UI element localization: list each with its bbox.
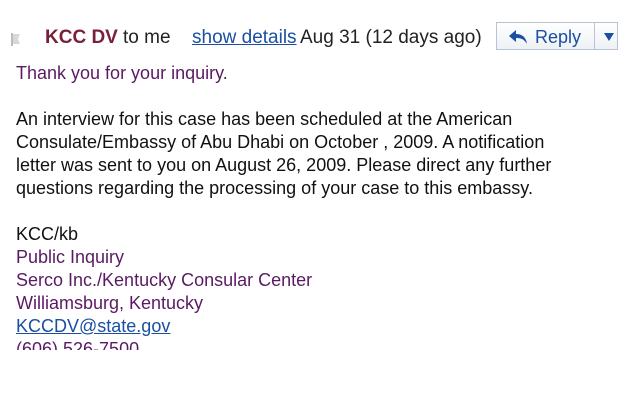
signature-email-link[interactable]: KCCDV@state.gov [16, 315, 616, 338]
paragraph-line: Consulate/Embassy of Abu Dhabi on Octobe… [16, 132, 545, 152]
show-details-link[interactable]: show details [192, 27, 297, 49]
paragraph-line: An interview for this case has been sche… [16, 109, 513, 129]
star-icon[interactable] [9, 31, 23, 47]
reply-label: Reply [535, 27, 582, 47]
signature-initials: KCC/kb [16, 224, 79, 244]
paragraph-line: questions regarding the processing of yo… [16, 178, 533, 198]
message-header: KCC DV to me show details Aug 31 (12 day… [0, 22, 640, 52]
reply-button[interactable]: Reply [496, 22, 594, 50]
message-date: Aug 31 (12 days ago) [300, 27, 482, 48]
recipient-text: to me [123, 27, 171, 48]
more-actions-dropdown[interactable] [594, 22, 618, 50]
signature-phone: (606) 526-7500 [16, 339, 140, 350]
reply-arrow-icon [507, 26, 529, 48]
signature-org: Serco Inc./Kentucky Consular Center [16, 270, 313, 290]
greeting-line: Thank you for your inquiry. [16, 63, 228, 83]
chevron-down-icon [604, 33, 614, 41]
sender-name[interactable]: KCC DV [45, 27, 118, 49]
message-body: Thank you for your inquiry. An interview… [16, 62, 616, 350]
signature-location: Williamsburg, Kentucky [16, 293, 204, 313]
paragraph-line: letter was sent to you on August 26, 200… [16, 155, 552, 175]
signature-dept: Public Inquiry [16, 247, 125, 267]
